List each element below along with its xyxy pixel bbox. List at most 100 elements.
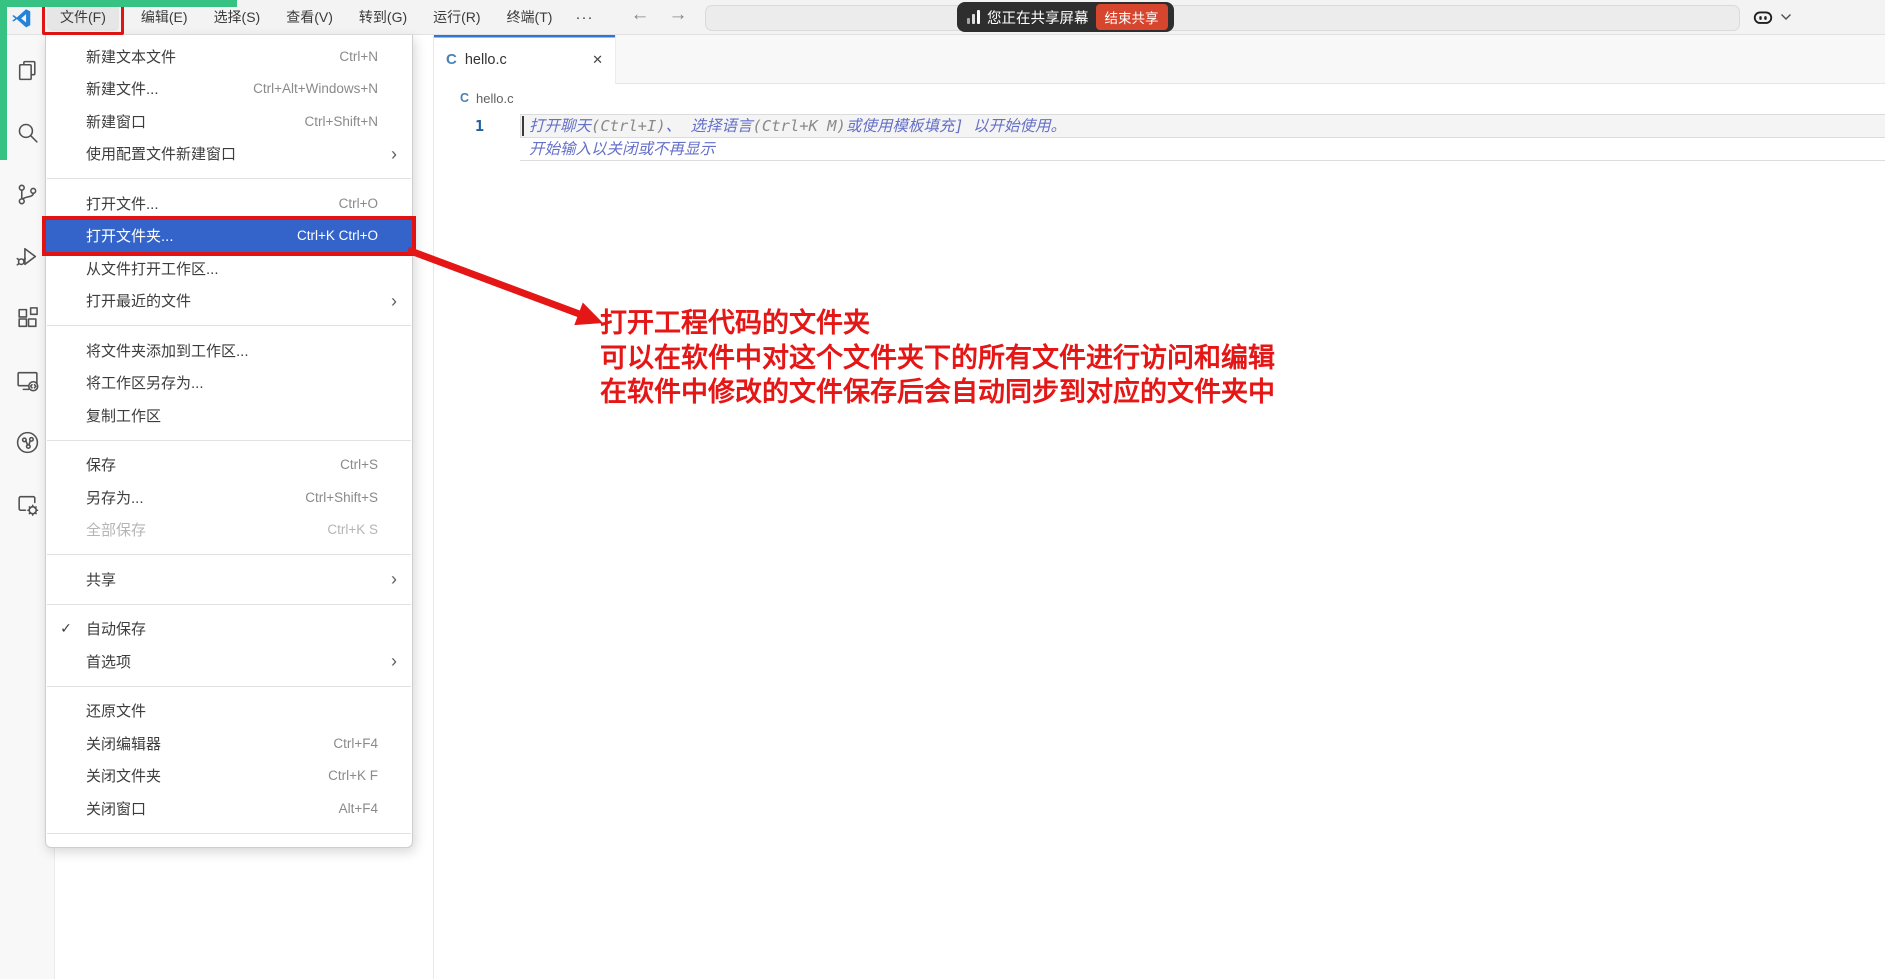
text-cursor xyxy=(522,116,524,136)
copilot-menu[interactable] xyxy=(1752,6,1792,28)
menu-separator xyxy=(47,325,411,326)
menu-item-label: 保存 xyxy=(86,454,340,475)
menubar-item[interactable]: 查看(V) xyxy=(273,3,346,31)
ghost-text-segment: 打开聊天 xyxy=(529,117,591,135)
screen-share-banner: 您正在共享屏幕 结束共享 xyxy=(957,2,1174,32)
menubar-overflow[interactable]: ··· xyxy=(565,5,603,30)
menu-item[interactable]: 保存Ctrl+S xyxy=(46,449,412,482)
menu-item[interactable]: 复制工作区 xyxy=(46,399,412,432)
menu-item[interactable]: 将工作区另存为... xyxy=(46,367,412,400)
menubar-item-file[interactable]: 文件(F) xyxy=(47,3,119,31)
editor-ghost-text-line2: 开始输入以关闭或不再显示 xyxy=(529,138,715,161)
c-file-icon: C xyxy=(446,51,457,68)
menu-item-label: 另存为... xyxy=(86,487,305,508)
search-icon[interactable] xyxy=(14,119,40,145)
menu-item-label: 新建窗口 xyxy=(86,111,304,132)
menu-item-label: 从文件打开工作区... xyxy=(86,258,378,279)
menu-item[interactable]: 新建窗口Ctrl+Shift+N xyxy=(46,105,412,138)
menu-item[interactable]: 从文件打开工作区... xyxy=(46,252,412,285)
menu-item: 全部保存Ctrl+K S xyxy=(46,514,412,547)
annotation-text: 打开工程代码的文件夹可以在软件中对这个文件夹下的所有文件进行访问和编辑在软件中修… xyxy=(600,306,1275,410)
checkmark-icon: ✓ xyxy=(46,620,86,637)
menubar-item[interactable]: 选择(S) xyxy=(201,3,274,31)
breadcrumb[interactable]: C hello.c xyxy=(434,84,1885,112)
menu-item-label: 关闭窗口 xyxy=(86,798,339,819)
share-banner-text: 您正在共享屏幕 xyxy=(987,7,1089,28)
menu-item-label: 新建文件... xyxy=(86,78,253,99)
menu-item-shortcut: Ctrl+O xyxy=(339,196,378,211)
source-control-icon[interactable] xyxy=(14,181,40,207)
menu-item[interactable]: 关闭编辑器Ctrl+F4 xyxy=(46,727,412,760)
menubar-item[interactable]: 运行(R) xyxy=(420,3,493,31)
menu-item[interactable]: ✓自动保存 xyxy=(46,613,412,646)
back-arrow-icon[interactable]: ← xyxy=(627,4,653,26)
editor-tab-strip xyxy=(434,35,1885,84)
menu-item[interactable]: 关闭文件夹Ctrl+K F xyxy=(46,760,412,793)
menu-item[interactable]: 将文件夹添加到工作区... xyxy=(46,334,412,367)
menubar-item[interactable]: 终端(T) xyxy=(494,3,566,31)
vscode-window: 文件(F)编辑(E)选择(S)查看(V)转到(G)运行(R)终端(T) ··· … xyxy=(0,0,1885,979)
annotation-line: 在软件中修改的文件保存后会自动同步到对应的文件夹中 xyxy=(600,375,1275,410)
remote-explorer-icon[interactable] xyxy=(14,367,40,393)
ghost-text-segment: (Ctrl+I) xyxy=(591,117,666,135)
annotation-line: 可以在软件中对这个文件夹下的所有文件进行访问和编辑 xyxy=(600,341,1275,376)
share-border-left xyxy=(0,0,7,160)
menu-item-label: 打开最近的文件 xyxy=(86,290,391,311)
menu-item-label: 全部保存 xyxy=(86,519,327,540)
ghost-text-segment: 或使用模板填充] 以开始使用。 xyxy=(846,117,1066,135)
menu-item[interactable]: 还原文件 xyxy=(46,695,412,728)
vscode-logo-icon xyxy=(11,7,32,28)
submenu-chevron-icon: › xyxy=(391,652,397,670)
menu-item-label: 使用配置文件新建窗口 xyxy=(86,143,391,164)
menu-item[interactable]: 使用配置文件新建窗口› xyxy=(46,138,412,171)
menu-item-label: 共享 xyxy=(86,569,391,590)
menu-item-shortcut: Ctrl+K Ctrl+O xyxy=(297,228,378,243)
menu-item[interactable]: 关闭窗口Alt+F4 xyxy=(46,792,412,825)
menu-item[interactable]: 打开文件夹...Ctrl+K Ctrl+O xyxy=(46,220,412,253)
tab-hello-c[interactable]: C hello.c ✕ xyxy=(434,35,616,84)
menu-item-shortcut: Ctrl+K F xyxy=(328,768,378,783)
title-bar: 文件(F)编辑(E)选择(S)查看(V)转到(G)运行(R)终端(T) ··· … xyxy=(0,0,1885,35)
menu-item[interactable]: 首选项› xyxy=(46,645,412,678)
menubar-item[interactable]: 转到(G) xyxy=(346,3,420,31)
submenu-chevron-icon: › xyxy=(391,570,397,588)
extensions-icon[interactable] xyxy=(14,305,40,331)
menu-item-label: 打开文件... xyxy=(86,193,339,214)
network-graph-icon[interactable] xyxy=(14,429,40,455)
annotation-arrow xyxy=(400,240,615,340)
explorer-icon[interactable] xyxy=(14,57,40,83)
menu-item-label: 打开文件夹... xyxy=(86,225,297,246)
menu-item-label: 首选项 xyxy=(86,651,391,672)
menu-item-shortcut: Ctrl+F4 xyxy=(333,736,378,751)
editor-ghost-text-line1: 打开聊天(Ctrl+I)、 选择语言(Ctrl+K M)或使用模板填充] 以开始… xyxy=(529,114,1066,138)
menu-item[interactable]: 打开最近的文件› xyxy=(46,285,412,318)
menu-item-label: 还原文件 xyxy=(86,700,378,721)
menu-item[interactable]: 新建文本文件Ctrl+N xyxy=(46,40,412,73)
menu-item-label: 将工作区另存为... xyxy=(86,372,378,393)
menu-item-label: 复制工作区 xyxy=(86,405,378,426)
ghost-text-segment: (Ctrl+K M) xyxy=(753,117,846,135)
line-number: 1 xyxy=(434,114,500,138)
menubar-item[interactable]: 编辑(E) xyxy=(128,3,201,31)
forward-arrow-icon[interactable]: → xyxy=(665,4,691,26)
menu-separator xyxy=(47,178,411,179)
command-center-search[interactable] xyxy=(705,5,1740,31)
menu-item[interactable]: 共享› xyxy=(46,563,412,596)
c-file-icon: C xyxy=(460,91,469,105)
tab-close-icon[interactable]: ✕ xyxy=(592,52,603,68)
tab-label: hello.c xyxy=(465,52,507,68)
menu-item[interactable]: 另存为...Ctrl+Shift+S xyxy=(46,481,412,514)
menu-item[interactable]: 打开文件...Ctrl+O xyxy=(46,187,412,220)
stop-sharing-button[interactable]: 结束共享 xyxy=(1096,4,1168,30)
menu-item[interactable]: 新建文件...Ctrl+Alt+Windows+N xyxy=(46,73,412,106)
menu-separator xyxy=(47,604,411,605)
menu-item-shortcut: Alt+F4 xyxy=(339,801,378,816)
menu-item-label: 自动保存 xyxy=(86,618,378,639)
breadcrumb-label: hello.c xyxy=(476,91,514,106)
submenu-chevron-icon: › xyxy=(391,292,397,310)
run-and-debug-icon[interactable] xyxy=(14,243,40,269)
tool-settings-icon[interactable] xyxy=(14,491,40,517)
file-menu-dropdown: 新建文本文件Ctrl+N新建文件...Ctrl+Alt+Windows+N新建窗… xyxy=(45,35,413,848)
menu-item-shortcut: Ctrl+K S xyxy=(327,522,378,537)
menu-item-shortcut: Ctrl+Shift+N xyxy=(304,114,378,129)
